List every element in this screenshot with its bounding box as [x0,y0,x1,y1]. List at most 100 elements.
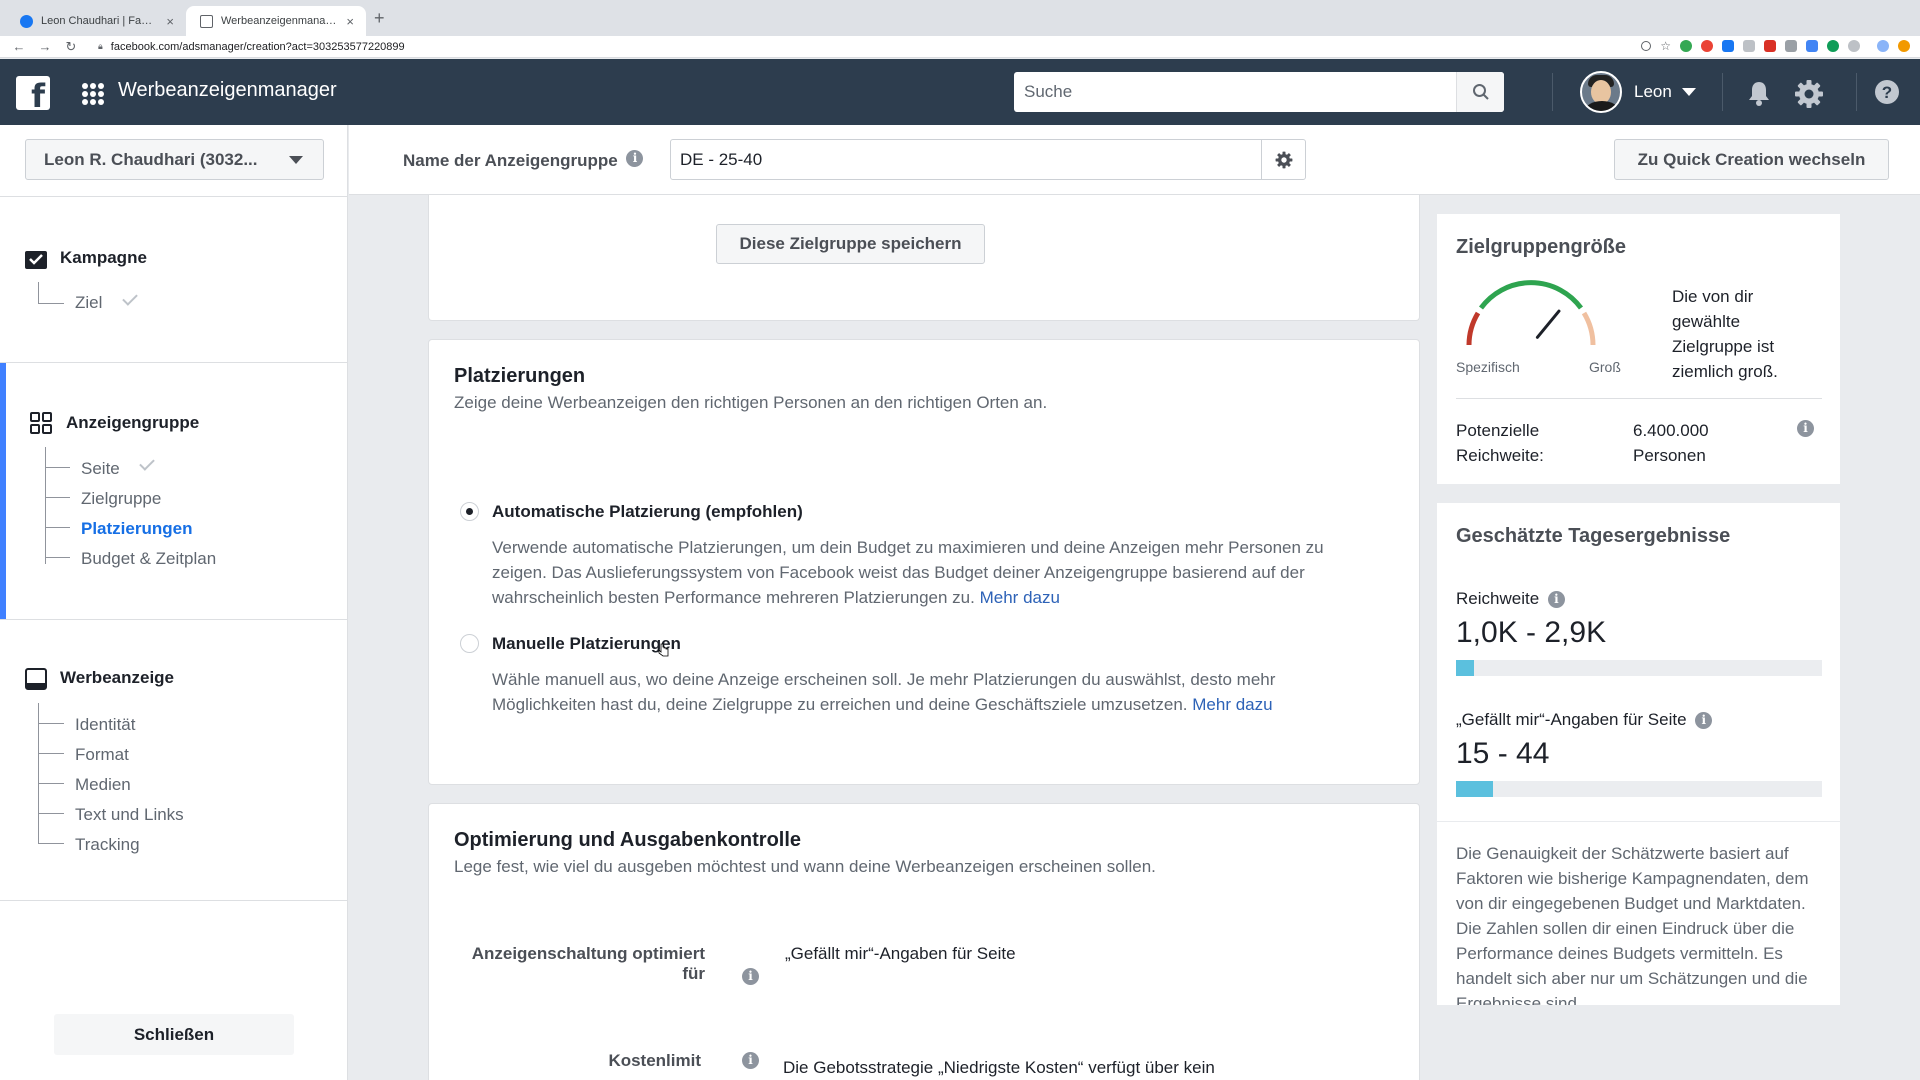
reach-label-text: Reichweite [1456,589,1540,608]
auto-placement-description: Verwende automatische Platzierungen, um … [492,535,1392,610]
lock-icon: 🔒︎ [98,41,103,51]
completed-check-icon [122,290,138,306]
profile-icon[interactable] [1877,40,1889,52]
reach-bar [1456,660,1822,676]
adset-grid-icon [30,412,52,434]
facebook-extension-icon[interactable] [1722,40,1734,52]
audience-size-card: Zielgruppengröße Spezifisch Groß Die von… [1437,214,1840,484]
info-icon[interactable]: i [1695,712,1713,730]
browser-tab-facebook[interactable]: Leon Chaudhari | Facebook × [6,6,186,36]
forward-icon[interactable]: → [38,39,52,54]
extension-icon[interactable] [1827,40,1839,52]
url-text: facebook.com/adsmanager/creation?act=303… [110,40,405,53]
tab-close-icon[interactable]: × [166,14,174,29]
nav-item-medien[interactable]: Medien [75,775,131,795]
extension-icon[interactable] [1785,40,1797,52]
info-icon[interactable]: i [742,1052,759,1069]
adset-name-label-text: Name der Anzeigengruppe [403,151,618,170]
gear-icon [1275,151,1292,168]
extension-icon[interactable] [1701,40,1713,52]
divider [1856,73,1857,111]
account-selector[interactable]: Leon R. Chaudhari (3032... [25,139,324,180]
notifications-bell-icon[interactable] [1745,79,1773,107]
auto-placement-radio[interactable] [460,502,479,521]
manual-placement-radio[interactable] [460,634,479,653]
search-button[interactable] [1456,72,1504,112]
save-audience-button[interactable]: Diese Zielgruppe speichern [716,224,985,264]
info-icon[interactable]: i [626,150,644,168]
new-tab-icon[interactable]: + [374,8,385,29]
nav-item-budget-zeitplan[interactable]: Budget & Zeitplan [81,549,216,569]
extension-icon[interactable] [1848,40,1860,52]
nav-item-ziel[interactable]: Ziel [75,293,102,313]
tree-line [45,467,70,468]
adset-name-settings-button[interactable] [1261,140,1305,179]
zoom-icon[interactable] [1641,41,1652,51]
quick-creation-button[interactable]: Zu Quick Creation wechseln [1614,139,1889,180]
extension-icon[interactable] [1764,40,1776,52]
browser-tab-adsmanager[interactable]: Werbeanzeigenmanager - Cre... × [186,6,366,36]
daily-results-title: Geschätzte Tagesergebnisse [1456,525,1731,547]
daily-results-card: Geschätzte Tagesergebnisse Reichweite i … [1437,503,1840,821]
likes-label-text: „Gefällt mir“-Angaben für Seite [1456,710,1687,729]
nav-item-format[interactable]: Format [75,745,129,765]
search-box [1014,72,1504,112]
auto-desc-line: zeigen. Das Auslieferungssystem von Face… [492,563,1305,582]
nav-item-identitaet[interactable]: Identität [75,715,136,735]
mouse-cursor-icon [658,643,669,657]
reload-icon[interactable]: ↻ [64,39,78,55]
nav-section-campaign[interactable]: Kampagne [60,248,147,268]
tab-close-icon[interactable]: × [346,14,354,29]
close-button[interactable]: Schließen [54,1014,294,1055]
extension-icon[interactable] [1743,40,1755,52]
nav-item-tracking[interactable]: Tracking [75,835,140,855]
audience-gauge [1466,280,1596,346]
settings-gear-icon[interactable] [1794,79,1824,109]
tree-line [38,783,64,784]
learn-more-link[interactable]: Mehr dazu [980,588,1060,607]
optimization-card: Optimierung und Ausgabenkontrolle Lege f… [428,803,1420,1080]
search-input[interactable] [1014,72,1456,112]
extension-icon[interactable] [1806,40,1818,52]
optimization-goal-value[interactable]: „Gefällt mir“-Angaben für Seite [785,944,1016,964]
facebook-logo-icon[interactable]: f [16,76,50,110]
help-icon[interactable]: ? [1874,79,1900,105]
nav-item-platzierungen[interactable]: Platzierungen [81,519,192,539]
manual-placement-description: Wähle manuell aus, wo deine Anzeige ersc… [492,667,1392,717]
divider [0,900,348,901]
likes-bar-fill [1456,781,1493,797]
learn-more-link[interactable]: Mehr dazu [1192,695,1272,714]
cost-limit-label: Kostenlimit [608,1051,701,1070]
adset-name-input[interactable] [671,149,1261,170]
nav-section-adset[interactable]: Anzeigengruppe [66,413,199,433]
reach-value: 1,0K - 2,9K [1456,616,1607,649]
active-section-indicator [0,363,6,620]
manual-placement-label[interactable]: Manuelle Platzierungen [492,634,681,654]
gauge-broad-arc [1581,311,1596,346]
info-icon[interactable]: i [1797,420,1814,437]
extension-icon[interactable] [1680,40,1692,52]
nav-section-ad[interactable]: Werbeanzeige [60,668,174,688]
likes-label: „Gefällt mir“-Angaben für Seite i [1456,707,1713,732]
divider [1456,398,1822,399]
extension-icon[interactable] [1898,40,1910,52]
nav-item-zielgruppe[interactable]: Zielgruppe [81,489,161,509]
info-icon[interactable]: i [1547,591,1565,609]
potential-reach-label: Potenzielle Reichweite: [1456,418,1544,468]
tree-line [38,282,39,303]
tree-line [45,497,70,498]
url-field[interactable]: 🔒︎ facebook.com/adsmanager/creation?act=… [98,41,405,53]
user-menu[interactable]: Leon [1580,71,1696,113]
tree-line [45,527,70,528]
nav-item-seite[interactable]: Seite [81,459,120,479]
auto-placement-label[interactable]: Automatische Platzierung (empfohlen) [492,502,803,522]
info-icon[interactable]: i [742,968,759,985]
nav-item-text-links[interactable]: Text und Links [75,805,184,825]
gauge-specific-label: Spezifisch [1456,359,1520,375]
star-icon[interactable]: ☆ [1660,40,1671,52]
apps-grid-icon[interactable] [82,83,104,105]
optimization-goal-label: Anzeigenschaltung optimiert für [471,944,705,983]
app-title[interactable]: Werbeanzeigenmanager [118,79,337,102]
audience-size-description: Die von dir gewählte Zielgruppe ist ziem… [1672,287,1778,381]
back-icon[interactable]: ← [12,39,26,54]
